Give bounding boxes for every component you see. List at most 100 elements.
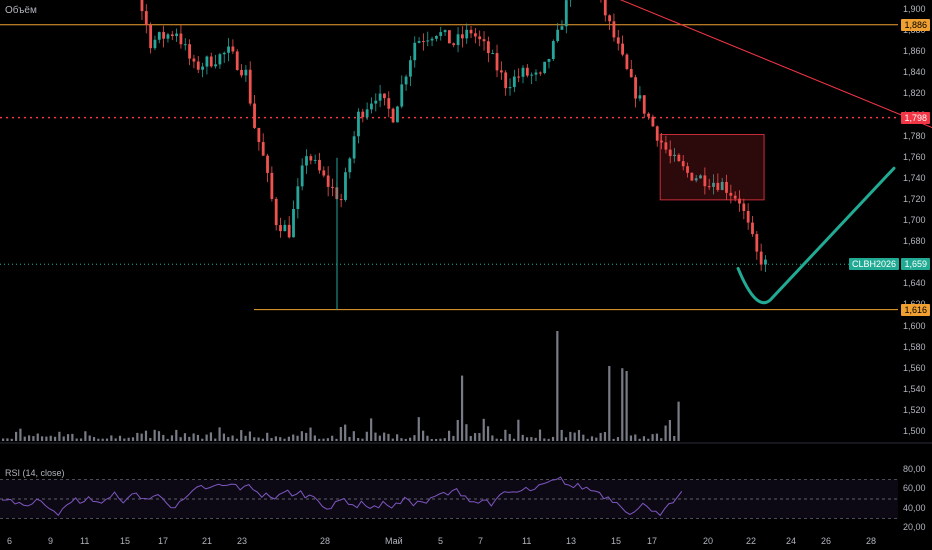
volume-bar xyxy=(469,436,472,441)
volume-bar xyxy=(668,420,672,441)
volume-bar xyxy=(205,434,208,441)
volume-bar xyxy=(19,428,22,441)
volume-bar xyxy=(66,434,70,441)
candle-body xyxy=(322,170,326,176)
candle-body xyxy=(469,29,473,34)
time-axis-tick: Май xyxy=(385,536,403,546)
volume-bar xyxy=(651,434,654,441)
price-axis-tick: 1,520 xyxy=(903,404,926,415)
time-axis-tick: 24 xyxy=(786,536,797,546)
candle-body xyxy=(175,33,178,37)
candle-body xyxy=(361,111,365,118)
volume-bar xyxy=(478,433,481,441)
volume-bar xyxy=(378,435,381,441)
price-axis-tick: 1,600 xyxy=(903,320,926,331)
volume-bar xyxy=(573,432,576,441)
time-axis-tick: 9 xyxy=(48,536,54,546)
candle-body xyxy=(153,39,157,49)
volume-bar xyxy=(27,435,31,441)
candle-body xyxy=(530,74,534,76)
volume-bar xyxy=(361,438,364,441)
candle-body xyxy=(525,67,529,76)
time-axis-tick: 22 xyxy=(746,536,757,546)
volume-bar xyxy=(504,429,507,441)
volume-bar xyxy=(590,436,594,441)
volume-bar xyxy=(231,435,234,441)
candle-body xyxy=(378,93,382,101)
volume-bar xyxy=(664,425,667,441)
volume-bar xyxy=(556,331,559,441)
volume-bar xyxy=(564,437,568,441)
chart-root[interactable]: Объём RSI (14, close) 1,9001,8801,8601,8… xyxy=(0,0,932,550)
volume-bar xyxy=(88,435,91,441)
volume-bar xyxy=(473,433,477,441)
volume-bar xyxy=(105,438,109,441)
volume-bar xyxy=(40,436,44,441)
candle-body xyxy=(621,43,624,55)
candle-body xyxy=(452,43,456,46)
candle-body xyxy=(521,67,525,77)
volume-bar xyxy=(209,432,213,441)
candle-body xyxy=(188,44,191,59)
time-axis-tick: 20 xyxy=(703,536,714,546)
volume-bar xyxy=(149,437,152,441)
volume-bar xyxy=(521,434,524,441)
candle-body xyxy=(742,203,746,211)
candle-body xyxy=(478,36,482,40)
volume-bar xyxy=(621,368,624,441)
volume-bar xyxy=(547,438,550,441)
candle-body xyxy=(439,32,443,36)
volume-bar xyxy=(486,426,490,441)
candle-body xyxy=(192,58,196,62)
volume-bar xyxy=(257,437,260,441)
volume-bar xyxy=(313,435,316,441)
volume-bar xyxy=(331,435,334,441)
volume-bar xyxy=(530,437,533,441)
volume-bar xyxy=(374,432,377,441)
candle-body xyxy=(140,0,144,12)
price-axis-tick: 1,560 xyxy=(903,362,926,373)
chart-canvas[interactable] xyxy=(0,0,932,550)
price-tag: 1,886 xyxy=(901,18,930,31)
candle-body xyxy=(222,52,226,55)
volume-bar xyxy=(97,438,100,441)
candle-body xyxy=(287,224,291,238)
volume-bar xyxy=(413,435,416,441)
volume-bar xyxy=(538,429,542,441)
volume-bar xyxy=(2,438,5,441)
time-axis-tick: 15 xyxy=(120,536,131,546)
volume-bar xyxy=(348,436,351,441)
candle-body xyxy=(460,34,464,39)
time-axis-tick: 11 xyxy=(80,536,90,546)
candle-body xyxy=(400,84,404,107)
price-axis-tick: 1,500 xyxy=(903,426,926,436)
candle-body xyxy=(196,61,200,70)
volume-bar xyxy=(551,436,555,441)
volume-bar xyxy=(6,438,9,441)
volume-bar xyxy=(62,436,65,441)
volume-bar xyxy=(508,433,511,441)
volume-bar xyxy=(270,437,273,441)
volume-bar xyxy=(409,437,412,441)
candle-body xyxy=(248,69,252,104)
candle-body xyxy=(157,32,161,40)
candle-body xyxy=(201,66,204,70)
price-axis-tick: 1,780 xyxy=(903,130,926,141)
volume-bar xyxy=(179,437,182,441)
candle-body xyxy=(642,95,646,114)
volume-bar xyxy=(534,437,537,441)
candle-body xyxy=(144,11,148,25)
volume-bar xyxy=(23,436,26,441)
volume-bar xyxy=(318,438,321,441)
candle-body xyxy=(482,39,486,42)
candle-body xyxy=(564,0,568,27)
candle-body xyxy=(465,29,469,39)
price-axis-tick: 1,760 xyxy=(903,151,926,162)
volume-bar xyxy=(499,438,503,441)
volume-bar xyxy=(677,401,680,441)
volume-bar xyxy=(417,417,420,441)
volume-bar xyxy=(586,438,589,441)
volume-bar xyxy=(582,434,585,441)
volume-bar xyxy=(157,431,161,441)
candle-body xyxy=(655,126,659,141)
